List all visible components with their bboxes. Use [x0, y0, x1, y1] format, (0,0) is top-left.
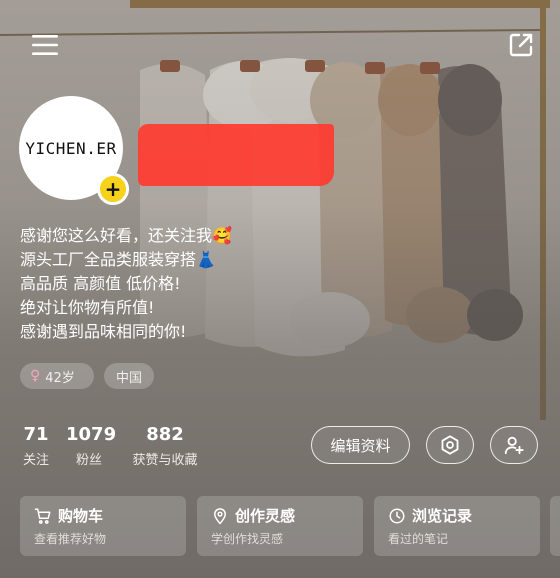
region-tag: 中国: [104, 363, 154, 389]
cart-icon: [34, 508, 51, 524]
gear-icon: [441, 435, 459, 455]
following-count: 71: [23, 424, 49, 445]
likes-label: 获赞与收藏: [132, 453, 198, 468]
hamburger-menu-icon[interactable]: [28, 28, 62, 62]
add-friend-button[interactable]: [490, 426, 538, 464]
add-user-icon: [504, 436, 524, 455]
settings-button[interactable]: [426, 426, 474, 464]
card-subtitle: 查看推荐好物: [34, 532, 107, 546]
avatar-text: YICHEN.ER: [25, 138, 117, 158]
stat-fans[interactable]: 1079 粉丝: [66, 424, 117, 470]
gender-age-tag: ♀ 42岁: [20, 363, 94, 389]
bio-line: 绝对让你物有所值!: [20, 298, 155, 317]
stat-following[interactable]: 71 关注: [20, 424, 52, 470]
fans-label: 粉丝: [75, 453, 102, 468]
browsing-history-card[interactable]: 浏览记录 看过的笔记: [374, 496, 540, 556]
bio-line: 源头工厂全品类服装穿搭👗: [20, 250, 216, 269]
bio-line: 高品质 高颜值 低价格!: [20, 274, 181, 293]
share-external-icon[interactable]: [504, 28, 538, 62]
female-icon: ♀: [30, 368, 41, 384]
age-text: 42岁: [45, 370, 75, 386]
offscreen-card[interactable]: [550, 496, 560, 556]
card-subtitle: 看过的笔记: [388, 532, 449, 546]
creative-inspiration-card[interactable]: 创作灵感 学创作找灵感: [197, 496, 363, 556]
card-subtitle: 学创作找灵感: [211, 532, 284, 546]
card-title: 创作灵感: [235, 507, 296, 525]
add-avatar-badge[interactable]: +: [97, 173, 129, 205]
bio-line: 感谢遇到品味相同的你!: [20, 322, 187, 341]
profile-screen: YICHEN.ER + 感谢您这么好看，还关注我🥰 源头工厂全品类服装穿搭👗 高…: [0, 0, 560, 578]
likes-count: 882: [146, 424, 184, 445]
clock-icon: [389, 508, 405, 524]
card-title: 浏览记录: [412, 507, 473, 525]
bio-line: 感谢您这么好看，还关注我🥰: [20, 226, 232, 245]
location-pin-icon: [214, 508, 226, 525]
card-title: 购物车: [58, 507, 104, 525]
fans-count: 1079: [66, 424, 117, 445]
region-text: 中国: [115, 370, 142, 386]
plus-icon: +: [104, 177, 122, 201]
redacted-username: [138, 124, 334, 186]
bio: 感谢您这么好看，还关注我🥰 源头工厂全品类服装穿搭👗 高品质 高颜值 低价格! …: [20, 224, 440, 344]
stat-likes-favorites[interactable]: 882 获赞与收藏: [124, 424, 206, 470]
following-label: 关注: [22, 453, 49, 468]
shopping-cart-card[interactable]: 购物车 查看推荐好物: [20, 496, 186, 556]
edit-profile-button[interactable]: 编辑资料: [311, 426, 410, 464]
